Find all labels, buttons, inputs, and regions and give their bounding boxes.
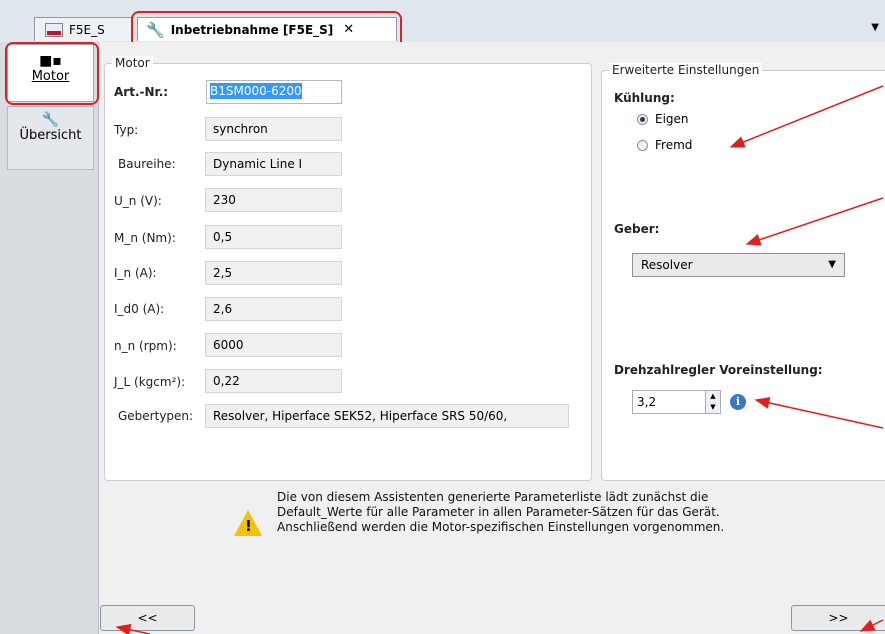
jl-value: 0,22 [205, 369, 342, 393]
notice-line: Anschließend werden die Motor-spezifisch… [277, 520, 725, 534]
tab-inbetriebnahme[interactable]: 🔧 Inbetriebnahme [F5E_S] ✕ [137, 17, 397, 41]
info-icon[interactable]: i [730, 394, 746, 410]
tab-label: Inbetriebnahme [F5E_S] [170, 22, 334, 37]
in-value: 2,5 [205, 261, 342, 285]
sidebar-item-label: Übersicht [19, 128, 82, 143]
art-nr-field[interactable]: B1SM000-6200 [206, 80, 342, 104]
id0-value: 2,6 [205, 297, 342, 321]
chevron-down-icon: ▼ [828, 259, 836, 270]
motor-icon: ■▪ [39, 53, 62, 69]
jl-label: J_L (kgcm²): [114, 375, 186, 389]
un-label: U_n (V): [114, 194, 162, 208]
sidebar-item-uebersicht[interactable]: 🔧 Übersicht [7, 106, 94, 170]
cooling-option-label: Eigen [655, 112, 689, 126]
cooling-label: Kühlung: [614, 91, 675, 105]
tab-label: F5E_S [69, 22, 105, 37]
back-button[interactable]: << [100, 605, 195, 631]
next-button[interactable]: >> [791, 605, 885, 631]
sidebar-item-motor[interactable]: ■▪ Motor [7, 44, 94, 102]
mn-label: M_n (Nm): [114, 231, 176, 245]
notice-line: Default_Werte für alle Parameter in alle… [277, 505, 720, 519]
cooling-option-label: Fremd [655, 138, 693, 152]
baureihe-label: Baureihe: [118, 157, 176, 171]
un-value: 230 [205, 188, 342, 212]
speed-controller-value: 3,2 [637, 395, 657, 409]
gebertypen-value: Resolver, Hiperface SEK52, Hiperface SRS… [205, 404, 569, 428]
tab-f5e-s[interactable]: F5E_S [34, 17, 132, 41]
encoder-select[interactable]: Resolver ▼ [632, 253, 845, 277]
close-tab-icon[interactable]: ✕ [343, 22, 354, 37]
document-tab-strip [0, 0, 885, 43]
mn-value: 0,5 [205, 225, 342, 249]
nn-label: n_n (rpm): [114, 339, 177, 353]
notice-line: Die von diesem Assistenten generierte Pa… [277, 490, 709, 504]
radio-unselected-icon[interactable] [637, 139, 648, 151]
sidebar-item-label: Motor [31, 69, 70, 84]
speed-controller-spinbox[interactable]: 3,2 ▲ ▼ [632, 390, 721, 414]
wrench-icon: 🔧 [146, 20, 165, 39]
radio-selected-icon[interactable] [637, 113, 648, 125]
encoder-select-value: Resolver [641, 258, 693, 272]
nn-value: 6000 [205, 333, 342, 357]
motor-group-legend: Motor [112, 56, 153, 70]
tab-list-chevron-icon[interactable]: ▼ [871, 22, 879, 33]
typ-value: synchron [205, 117, 342, 141]
warning-mark: ! [245, 517, 252, 535]
baureihe-value: Dynamic Line I [205, 152, 342, 176]
notice-text: Die von diesem Assistenten generierte Pa… [277, 490, 724, 535]
typ-label: Typ: [114, 123, 139, 137]
spin-buttons[interactable]: ▲ ▼ [705, 391, 720, 413]
encoder-label: Geber: [614, 222, 660, 236]
id0-label: I_d0 (A): [114, 302, 165, 316]
wrench-icon: 🔧 [41, 112, 60, 128]
art-nr-label: Art.-Nr.: [114, 85, 169, 99]
art-nr-value: B1SM000-6200 [210, 83, 302, 99]
gebertypen-label: Gebertypen: [118, 409, 194, 423]
cooling-option-eigen[interactable]: Eigen [637, 112, 689, 126]
advanced-settings-legend: Erweiterte Einstellungen [609, 63, 763, 77]
in-label: I_n (A): [114, 266, 157, 280]
cooling-option-fremd[interactable]: Fremd [637, 138, 692, 152]
keb-device-icon [45, 22, 63, 37]
speed-controller-label: Drehzahlregler Voreinstellung: [614, 363, 823, 377]
